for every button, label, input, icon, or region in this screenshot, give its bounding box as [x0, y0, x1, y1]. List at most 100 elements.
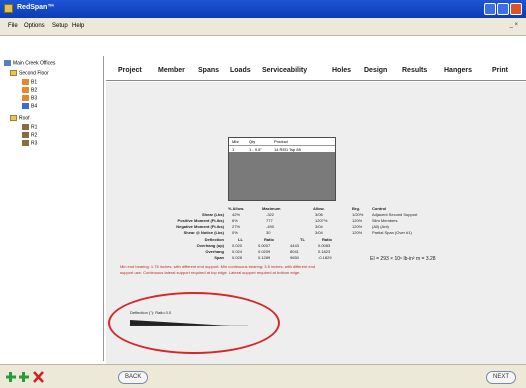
- title-bar: RedSpan™: [0, 0, 526, 18]
- cell: 120%: [352, 230, 363, 235]
- col-header: Maximum: [262, 206, 281, 211]
- joist-icon: [22, 124, 29, 130]
- tree-item[interactable]: R2: [22, 132, 37, 138]
- beam-icon: [22, 79, 29, 85]
- col-header: % Allow.: [228, 206, 245, 211]
- tree-item[interactable]: B1: [22, 79, 37, 85]
- menu-help[interactable]: Help: [72, 23, 84, 29]
- cell: 6%: [232, 218, 238, 223]
- grid-row[interactable]: 1 1 - 9.5" 14 RED Tsp 85: [229, 145, 335, 152]
- tree-group-label: Roof: [19, 115, 30, 122]
- cell: 0.1823: [318, 249, 331, 254]
- deflection-header: TL: [300, 237, 305, 242]
- status-icons: [6, 371, 44, 383]
- mdi-controls[interactable]: _ ×: [509, 22, 518, 28]
- beam-icon: [22, 103, 29, 109]
- menu-setup[interactable]: Setup: [52, 23, 68, 29]
- cell: 27%: [232, 224, 241, 229]
- tree-group-roof[interactable]: Roof: [10, 115, 30, 121]
- delete-icon[interactable]: [33, 371, 44, 383]
- cell: 3/04: [315, 224, 323, 229]
- grid-cell: 1 - 9.5": [249, 147, 262, 152]
- row-label: Overhang: [205, 249, 224, 254]
- tab-design[interactable]: Design: [364, 67, 387, 74]
- tree-group-second-floor[interactable]: Second Floor: [10, 70, 49, 76]
- cell: 3/04: [315, 230, 323, 235]
- cell: 0.020: [232, 243, 243, 248]
- cell: 0.0209: [258, 249, 271, 254]
- bottom-bar: BACK NEXT: [0, 364, 526, 388]
- cell: (All) (Ant): [372, 224, 389, 229]
- back-button[interactable]: BACK: [118, 371, 149, 384]
- row-label: Shear @ Notice (Lbs): [183, 230, 224, 235]
- tree-item-label: B1: [31, 79, 38, 86]
- tab-project[interactable]: Project: [118, 67, 142, 74]
- add-group-icon[interactable]: [19, 372, 29, 382]
- cell: -0.1829: [318, 255, 332, 260]
- cell: 777: [266, 218, 273, 223]
- tree-item[interactable]: B3: [22, 95, 37, 101]
- folder-icon: [10, 115, 17, 121]
- tab-spans[interactable]: Spans: [198, 67, 219, 74]
- cell: 120%: [352, 224, 363, 229]
- col-header: Brg.: [352, 206, 360, 211]
- project-tree: Main Creek Offices Second Floor B1 B2 B3…: [0, 56, 104, 361]
- row-label: Negative Moment (Ft-lbs): [176, 224, 224, 229]
- tab-member[interactable]: Member: [158, 67, 185, 74]
- tab-results[interactable]: Results: [402, 67, 427, 74]
- tab-loads[interactable]: Loads: [230, 67, 251, 74]
- tab-hangers[interactable]: Hangers: [444, 67, 472, 74]
- cell: 0.028: [232, 255, 243, 260]
- tree-item-label: B4: [31, 103, 38, 110]
- tab-serviceability[interactable]: Serviceability: [262, 67, 307, 74]
- tree-root[interactable]: Main Creek Offices: [4, 60, 55, 66]
- cell: -490: [266, 224, 275, 229]
- deflection-header: Deflection: [204, 237, 224, 242]
- deflection-header: LL: [238, 237, 243, 242]
- minimize-button[interactable]: [484, 3, 496, 15]
- cell: 4443: [290, 243, 299, 248]
- warning-line: Min end bearing: 1.75 inches, with diffe…: [120, 264, 316, 269]
- tree-item-label: B3: [31, 95, 38, 102]
- joist-icon: [22, 132, 29, 138]
- add-icon[interactable]: [6, 372, 16, 382]
- annotation-circle: [108, 292, 280, 354]
- tab-print[interactable]: Print: [492, 67, 508, 74]
- tree-root-label: Main Creek Offices: [13, 60, 56, 67]
- project-icon: [4, 60, 11, 66]
- warning-line: support use. Continuous lateral support …: [120, 270, 301, 275]
- grid-cell: 14 RED Tsp 85: [274, 147, 301, 152]
- tree-item-label: R2: [31, 132, 38, 139]
- col-header: Control: [372, 206, 387, 211]
- cell: 3/06: [315, 212, 323, 217]
- tree-item[interactable]: B4: [22, 103, 37, 109]
- tree-item[interactable]: R3: [22, 140, 37, 146]
- cell: Partial Span (Over #1): [372, 230, 412, 235]
- tab-divider: [106, 80, 526, 81]
- tree-item-label: B2: [31, 87, 38, 94]
- deflection-header: Ratio: [264, 237, 274, 242]
- cell: 9650: [290, 255, 299, 260]
- tab-holes[interactable]: Holes: [332, 67, 351, 74]
- folder-icon: [10, 70, 17, 76]
- cell: 30: [266, 230, 271, 235]
- tree-item[interactable]: B2: [22, 87, 37, 93]
- tree-item[interactable]: R1: [22, 124, 37, 130]
- cell: 0.024: [232, 249, 243, 254]
- maximize-button[interactable]: [497, 3, 509, 15]
- close-button[interactable]: [510, 3, 522, 15]
- menu-file[interactable]: File: [8, 23, 18, 29]
- tree-group-label: Second Floor: [19, 70, 49, 77]
- cell: 0%: [232, 230, 238, 235]
- cell: 120%: [352, 218, 363, 223]
- product-grid[interactable]: Mbr Qty Product 1 1 - 9.5" 14 RED Tsp 85: [228, 137, 336, 201]
- grid-cell: 1: [232, 147, 235, 152]
- menu-options[interactable]: Options: [24, 23, 45, 29]
- next-button[interactable]: NEXT: [486, 371, 517, 384]
- row-label: Positive Moment (Ft-lbs): [177, 218, 224, 223]
- cell: 1207%: [315, 218, 328, 223]
- tab-strip: Project Member Spans Loads Serviceabilit…: [106, 64, 524, 80]
- beam-icon: [22, 95, 29, 101]
- cell: 42%: [232, 212, 241, 217]
- app-icon: [4, 4, 13, 13]
